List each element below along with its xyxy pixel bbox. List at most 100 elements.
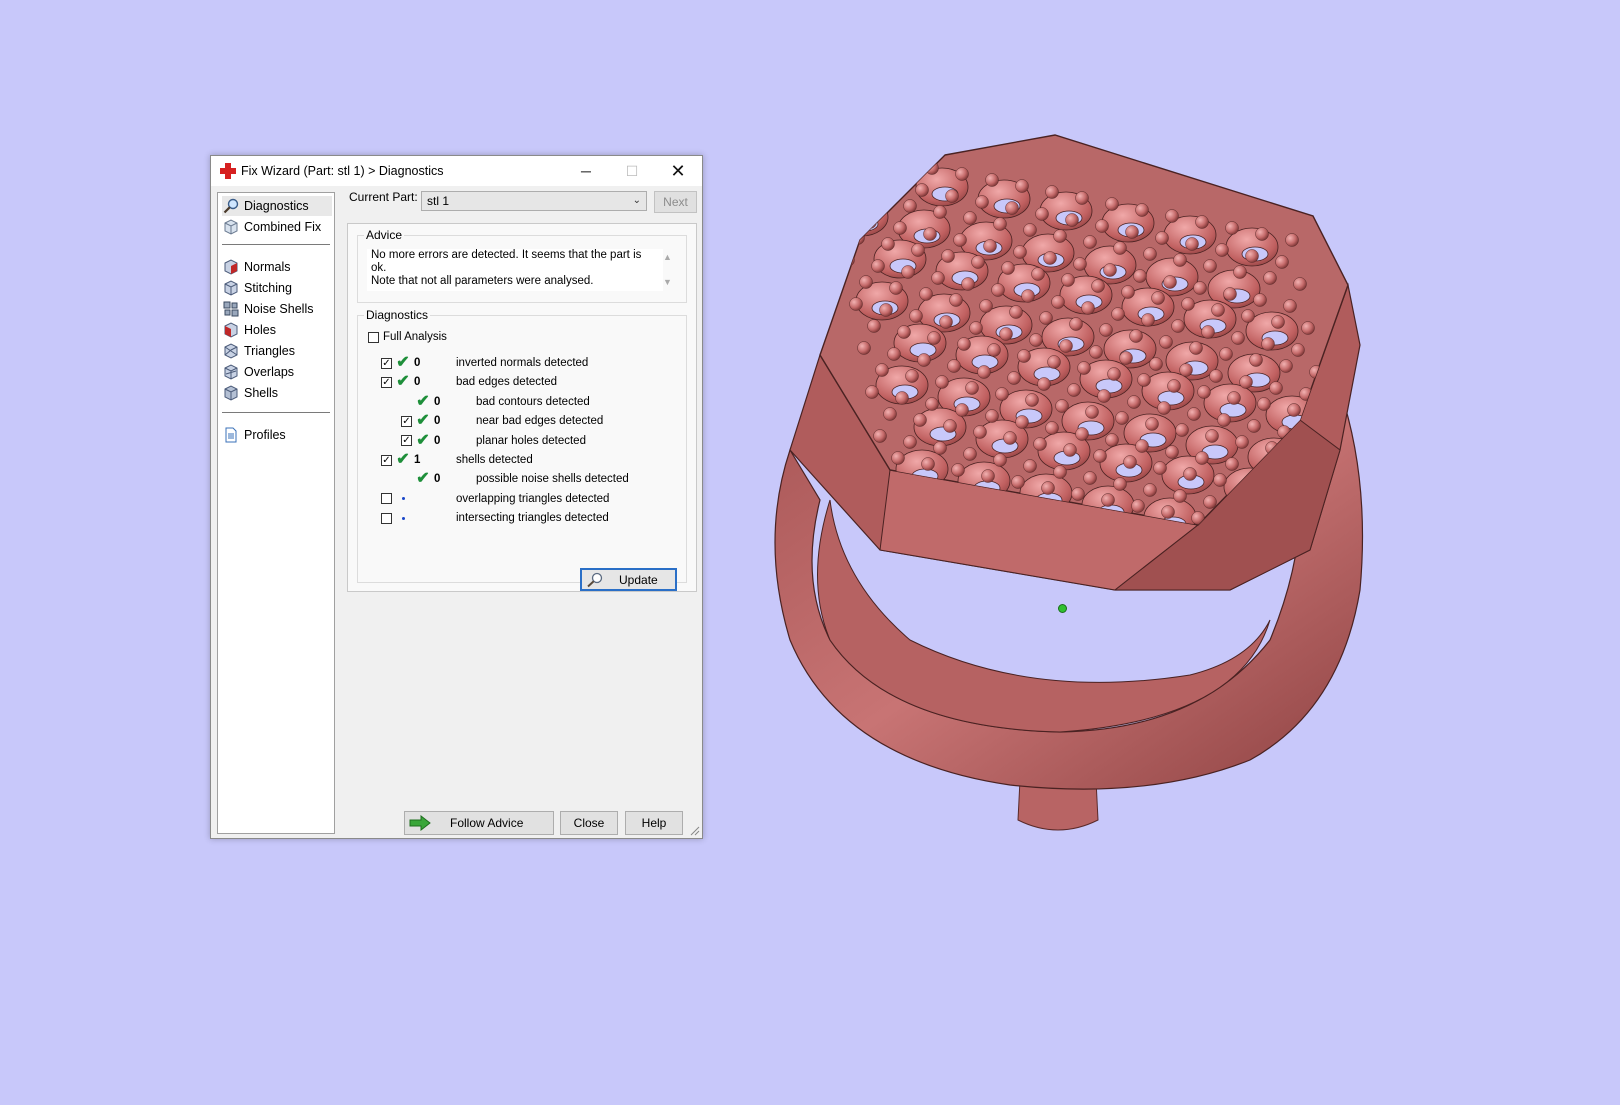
prong-bead: [971, 255, 985, 269]
diagnostic-row: ✓ ✔ 1 shells detected: [358, 451, 678, 469]
full-analysis-checkbox[interactable]: [368, 331, 379, 343]
rotation-pivot-marker[interactable]: [1058, 604, 1067, 613]
maximize-button[interactable]: ☐: [609, 156, 655, 186]
prong-bead: [1293, 277, 1307, 291]
prong-bead: [1163, 275, 1177, 289]
prong-bead: [1205, 429, 1219, 443]
prong-bead: [1193, 281, 1207, 295]
sidebar-item-label: Overlaps: [244, 365, 295, 379]
current-part-select[interactable]: stl 1 ⌄: [421, 191, 647, 211]
prong-bead: [921, 457, 935, 471]
diagnostic-checkbox[interactable]: ✓: [381, 376, 392, 388]
prong-bead: [887, 347, 901, 361]
prong-bead: [1195, 215, 1209, 229]
prong-bead: [1249, 353, 1263, 367]
sidebar-item-label: Stitching: [244, 281, 292, 295]
sidebar-item-diagnostics[interactable]: Diagnostics: [222, 196, 332, 216]
scroll-up-icon[interactable]: ▲: [663, 251, 672, 264]
close-button[interactable]: Close: [560, 811, 618, 835]
prong-bead: [1143, 247, 1157, 261]
sidebar-item-holes[interactable]: Holes: [222, 320, 332, 340]
sidebar-item-overlaps[interactable]: Overlaps: [222, 362, 332, 382]
green-check-icon: ✔: [416, 392, 430, 410]
prong-bead: [1171, 319, 1185, 333]
prong-bead: [1061, 273, 1075, 287]
close-window-button[interactable]: ✕: [655, 156, 701, 186]
diagnostics-group: Diagnostics Full Analysis ✓ ✔ 0 inverted no…: [357, 308, 687, 591]
prong-bead: [1179, 363, 1193, 377]
cube-icon: [222, 218, 240, 236]
prong-bead: [1195, 451, 1209, 465]
diagnostic-row: overlapping triangles detected: [358, 490, 678, 508]
diagnostic-checkbox[interactable]: ✓: [381, 454, 392, 466]
prong-bead: [1045, 185, 1059, 199]
green-check-icon: ✔: [396, 451, 410, 468]
sidebar-item-triangles[interactable]: Triangles: [222, 341, 332, 361]
prong-bead: [975, 195, 989, 209]
prong-bead: [1013, 245, 1027, 259]
prong-bead: [1235, 435, 1249, 449]
help-button[interactable]: Help: [625, 811, 683, 835]
prong-bead: [901, 265, 915, 279]
prong-bead: [1181, 297, 1195, 311]
prong-bead: [1121, 285, 1135, 299]
prong-bead: [1003, 431, 1017, 445]
green-check-icon: ✔: [396, 354, 410, 371]
diagnostic-checkbox[interactable]: [381, 493, 392, 505]
prong-bead: [1203, 495, 1217, 509]
ring-model-viewport[interactable]: [730, 120, 1620, 920]
prong-bead: [1111, 307, 1125, 321]
prong-bead: [1029, 333, 1043, 347]
prong-bead: [1063, 443, 1077, 457]
prong-bead: [1167, 379, 1181, 393]
advice-scrollbar[interactable]: ▲ ▼: [661, 249, 675, 291]
next-button[interactable]: Next: [654, 191, 697, 213]
prong-bead: [1007, 371, 1021, 385]
minimize-button[interactable]: ─: [563, 156, 609, 186]
stitching-cube-icon: [222, 279, 240, 297]
diagnostic-row: ✓ ✔ 0 planar holes detected: [358, 432, 678, 450]
title-bar[interactable]: Fix Wizard (Part: stl 1) > Diagnostics ─…: [211, 156, 702, 186]
diagnostic-count: 0: [434, 434, 441, 447]
diagnostic-checkbox[interactable]: [381, 512, 392, 524]
sidebar-item-shells[interactable]: Shells: [222, 383, 332, 403]
full-analysis-row: Full Analysis: [368, 328, 447, 346]
update-button[interactable]: Update: [580, 568, 677, 591]
diagnostic-checkbox[interactable]: ✓: [401, 435, 412, 447]
prong-bead: [1119, 351, 1133, 365]
prong-bead: [1077, 361, 1091, 375]
noise-shells-icon: [222, 300, 240, 318]
prong-bead: [1093, 449, 1107, 463]
prong-bead: [1143, 483, 1157, 497]
prong-bead: [1189, 341, 1203, 355]
prong-bead: [1083, 235, 1097, 249]
prong-bead: [1055, 399, 1069, 413]
sidebar-item-profiles[interactable]: Profiles: [222, 425, 332, 445]
scroll-down-icon[interactable]: ▼: [663, 276, 672, 289]
prong-bead: [859, 275, 873, 289]
fix-wizard-window: Fix Wizard (Part: stl 1) > Diagnostics ─…: [210, 155, 703, 839]
diagnostic-count: 0: [434, 415, 441, 428]
advice-line-2: Note that not all parameters were analys…: [371, 275, 594, 287]
follow-advice-button[interactable]: Follow Advice: [404, 811, 554, 835]
sidebar-item-normals[interactable]: Normals: [222, 257, 332, 277]
prong-bead: [1253, 293, 1267, 307]
sidebar-item-label: Triangles: [244, 344, 295, 358]
diagnostic-row: intersecting triangles detected: [358, 509, 678, 527]
resize-grip-icon[interactable]: [690, 826, 700, 836]
diagnostic-checkbox[interactable]: ✓: [401, 415, 412, 427]
overlaps-cube-icon: [222, 363, 240, 381]
prong-bead: [1031, 267, 1045, 281]
prong-bead: [1279, 359, 1293, 373]
sidebar-item-combined-fix[interactable]: Combined Fix: [222, 217, 332, 237]
sidebar-item-noise-shells[interactable]: Noise Shells: [222, 299, 332, 319]
diagnostic-checkbox[interactable]: ✓: [381, 357, 392, 369]
prong-bead: [987, 343, 1001, 357]
prong-bead: [1047, 355, 1061, 369]
prong-bead: [865, 149, 879, 163]
advice-line-1: No more errors are detected. It seems th…: [371, 249, 642, 274]
sidebar-item-stitching[interactable]: Stitching: [222, 278, 332, 298]
prong-bead: [1053, 465, 1067, 479]
prong-bead: [1173, 253, 1187, 267]
triangles-cube-icon: [222, 342, 240, 360]
